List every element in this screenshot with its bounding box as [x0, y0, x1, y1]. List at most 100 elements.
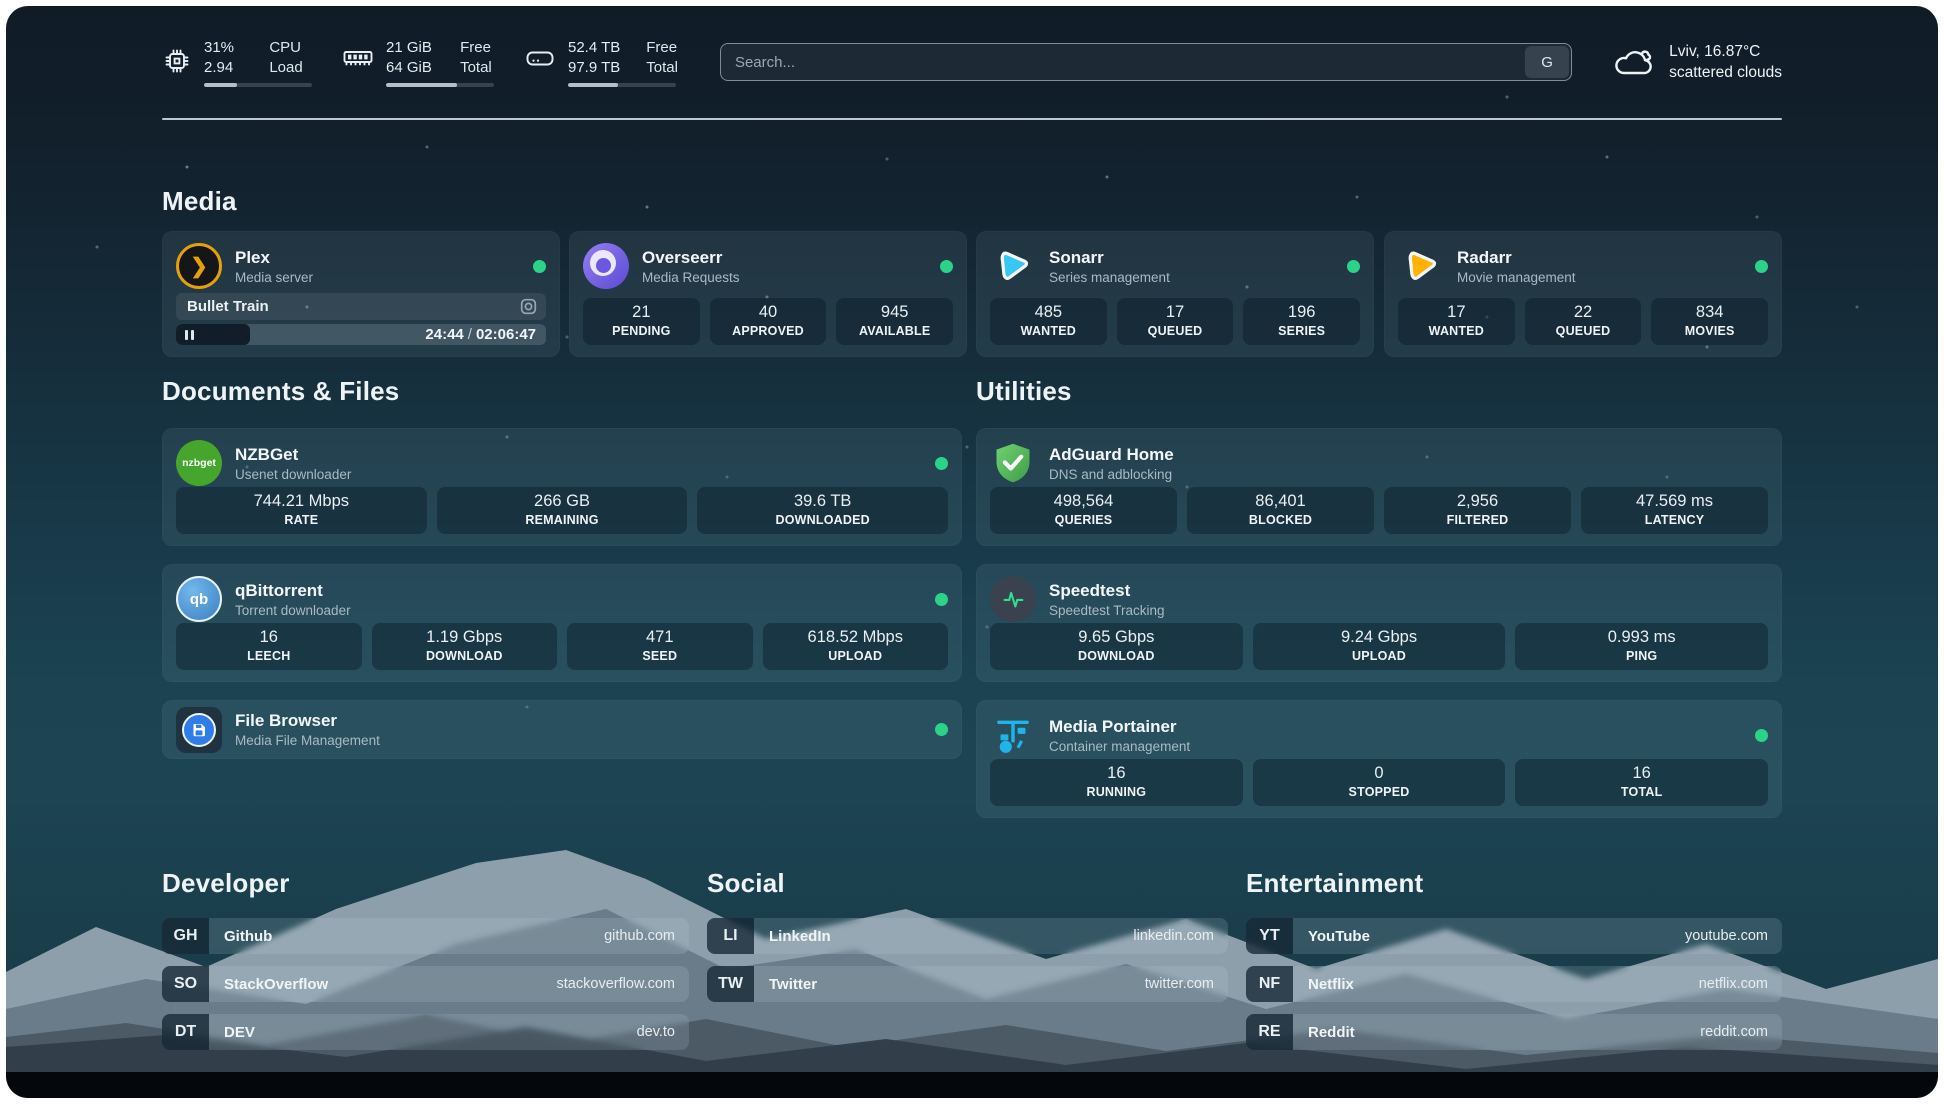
app-desc: Media File Management: [235, 733, 380, 748]
status-dot: [935, 593, 948, 606]
plex-progress-bar: 24:44/02:06:47: [176, 324, 546, 345]
stat-stopped: 0STOPPED: [1253, 759, 1506, 806]
bookmark-name: Netflix: [1308, 976, 1354, 993]
bookmark-stackoverflow[interactable]: SO StackOverflow stackoverflow.com: [162, 966, 689, 1002]
stat-blocked: 86,401BLOCKED: [1187, 487, 1374, 534]
window-bottom-edge: [6, 1072, 1938, 1098]
header-divider: [162, 118, 1782, 120]
plex-icon: ❯: [176, 243, 222, 289]
stat-wanted: 485WANTED: [990, 298, 1107, 345]
search-engine-button[interactable]: G: [1525, 46, 1569, 78]
system-stats: 31% CPU 2.94 Load: [162, 38, 678, 87]
card-speedtest[interactable]: Speedtest Speedtest Tracking 9.65 GbpsDO…: [976, 564, 1782, 682]
bookmark-dev[interactable]: DT DEV dev.to: [162, 1014, 689, 1050]
radarr-icon: [1398, 243, 1444, 289]
bookmarks-entertainment: YT YouTube youtube.com NF Netflix netfli…: [1246, 918, 1782, 1050]
app-desc: Container management: [1049, 739, 1190, 754]
stat-series: 196SERIES: [1243, 298, 1360, 345]
app-name: Sonarr: [1049, 248, 1170, 268]
card-qbittorrent[interactable]: qb qBittorrent Torrent downloader 16LEEC…: [162, 564, 962, 682]
weather-condition: scattered clouds: [1669, 62, 1782, 83]
disk-icon: [524, 46, 556, 72]
app-name: Speedtest: [1049, 581, 1165, 601]
memory-progress-bar: [386, 83, 494, 87]
stat-rate: 744.21 MbpsRATE: [176, 487, 427, 534]
stat-upload: 618.52 MbpsUPLOAD: [763, 623, 949, 670]
cpu-stat: 31% CPU 2.94 Load: [162, 38, 312, 87]
speedtest-icon: [990, 576, 1036, 622]
status-dot: [935, 457, 948, 470]
card-filebrowser[interactable]: File Browser Media File Management: [162, 700, 962, 759]
memory-stat: 21 GiB Free 64 GiB Total: [342, 38, 494, 87]
card-plex[interactable]: ❯ Plex Media server Bullet Train 24:44/0…: [162, 231, 560, 357]
stat-movies: 834MOVIES: [1651, 298, 1768, 345]
bookmark-linkedin[interactable]: LI LinkedIn linkedin.com: [707, 918, 1228, 954]
card-portainer[interactable]: Media Portainer Container management 16R…: [976, 700, 1782, 818]
card-overseerr[interactable]: Overseerr Media Requests 21PENDING 40APP…: [569, 231, 967, 357]
bookmark-netflix[interactable]: NF Netflix netflix.com: [1246, 966, 1782, 1002]
section-title-utilities: Utilities: [976, 376, 1072, 407]
search-input[interactable]: [720, 43, 1572, 81]
stat-downloaded: 39.6 TBDOWNLOADED: [697, 487, 948, 534]
status-dot: [1755, 729, 1768, 742]
stat-download: 1.19 GbpsDOWNLOAD: [372, 623, 558, 670]
app-name: File Browser: [235, 711, 380, 731]
cpu-icon: [162, 46, 192, 76]
disk-free-label: Free: [646, 38, 678, 57]
plex-elapsed: 24:44: [425, 326, 463, 343]
status-dot: [1755, 260, 1768, 273]
status-dot: [533, 260, 546, 273]
app-desc: Speedtest Tracking: [1049, 603, 1165, 618]
bookmark-abbr: YT: [1246, 918, 1293, 954]
cpu-usage-value: 31%: [204, 38, 243, 57]
portainer-icon: [990, 712, 1036, 758]
disk-free-value: 52.4 TB: [568, 38, 620, 57]
bookmark-name: Twitter: [769, 976, 817, 993]
bookmark-abbr: GH: [162, 918, 209, 954]
bookmark-url: reddit.com: [1700, 1024, 1768, 1040]
bookmark-reddit[interactable]: RE Reddit reddit.com: [1246, 1014, 1782, 1050]
stat-filtered: 2,956FILTERED: [1384, 487, 1571, 534]
card-nzbget[interactable]: nzbget NZBGet Usenet downloader 744.21 M…: [162, 428, 962, 546]
stat-available: 945AVAILABLE: [836, 298, 953, 345]
camera-icon: [520, 298, 537, 315]
bookmark-github[interactable]: GH Github github.com: [162, 918, 689, 954]
memory-total-label: Total: [460, 58, 494, 77]
bookmark-url: dev.to: [637, 1024, 675, 1040]
app-name: Plex: [235, 248, 313, 268]
adguard-icon: [990, 440, 1036, 486]
stat-remaining: 266 GBREMAINING: [437, 487, 688, 534]
qbittorrent-icon: qb: [176, 576, 222, 622]
stat-queries: 498,564QUERIES: [990, 487, 1177, 534]
memory-icon: [342, 46, 374, 72]
stat-ping: 0.993 msPING: [1515, 623, 1768, 670]
bookmark-url: linkedin.com: [1133, 928, 1214, 944]
stat-wanted: 17WANTED: [1398, 298, 1515, 345]
top-bar: 31% CPU 2.94 Load: [162, 6, 1782, 118]
bookmark-youtube[interactable]: YT YouTube youtube.com: [1246, 918, 1782, 954]
card-radarr[interactable]: Radarr Movie management 17WANTED 22QUEUE…: [1384, 231, 1782, 357]
disk-stat: 52.4 TB Free 97.9 TB Total: [524, 38, 678, 87]
app-name: Radarr: [1457, 248, 1576, 268]
bookmark-abbr: SO: [162, 966, 209, 1002]
bookmarks-social: LI LinkedIn linkedin.com TW Twitter twit…: [707, 918, 1228, 1002]
app-desc: Torrent downloader: [235, 603, 351, 618]
disk-total-label: Total: [646, 58, 678, 77]
stat-upload: 9.24 GbpsUPLOAD: [1253, 623, 1506, 670]
section-title-entertainment: Entertainment: [1246, 868, 1423, 899]
pause-icon: [185, 330, 194, 340]
memory-free-label: Free: [460, 38, 494, 57]
bookmark-twitter[interactable]: TW Twitter twitter.com: [707, 966, 1228, 1002]
app-name: qBittorrent: [235, 581, 351, 601]
stat-pending: 21PENDING: [583, 298, 700, 345]
stat-queued: 22QUEUED: [1525, 298, 1642, 345]
card-sonarr[interactable]: Sonarr Series management 485WANTED 17QUE…: [976, 231, 1374, 357]
stat-running: 16RUNNING: [990, 759, 1243, 806]
bookmark-url: netflix.com: [1699, 976, 1768, 992]
app-desc: Media Requests: [642, 270, 740, 285]
card-adguard[interactable]: AdGuard Home DNS and adblocking 498,564Q…: [976, 428, 1782, 546]
bookmark-abbr: RE: [1246, 1014, 1293, 1050]
bookmark-url: twitter.com: [1145, 976, 1214, 992]
bookmark-url: github.com: [604, 928, 675, 944]
cpu-load-value: 2.94: [204, 58, 243, 77]
